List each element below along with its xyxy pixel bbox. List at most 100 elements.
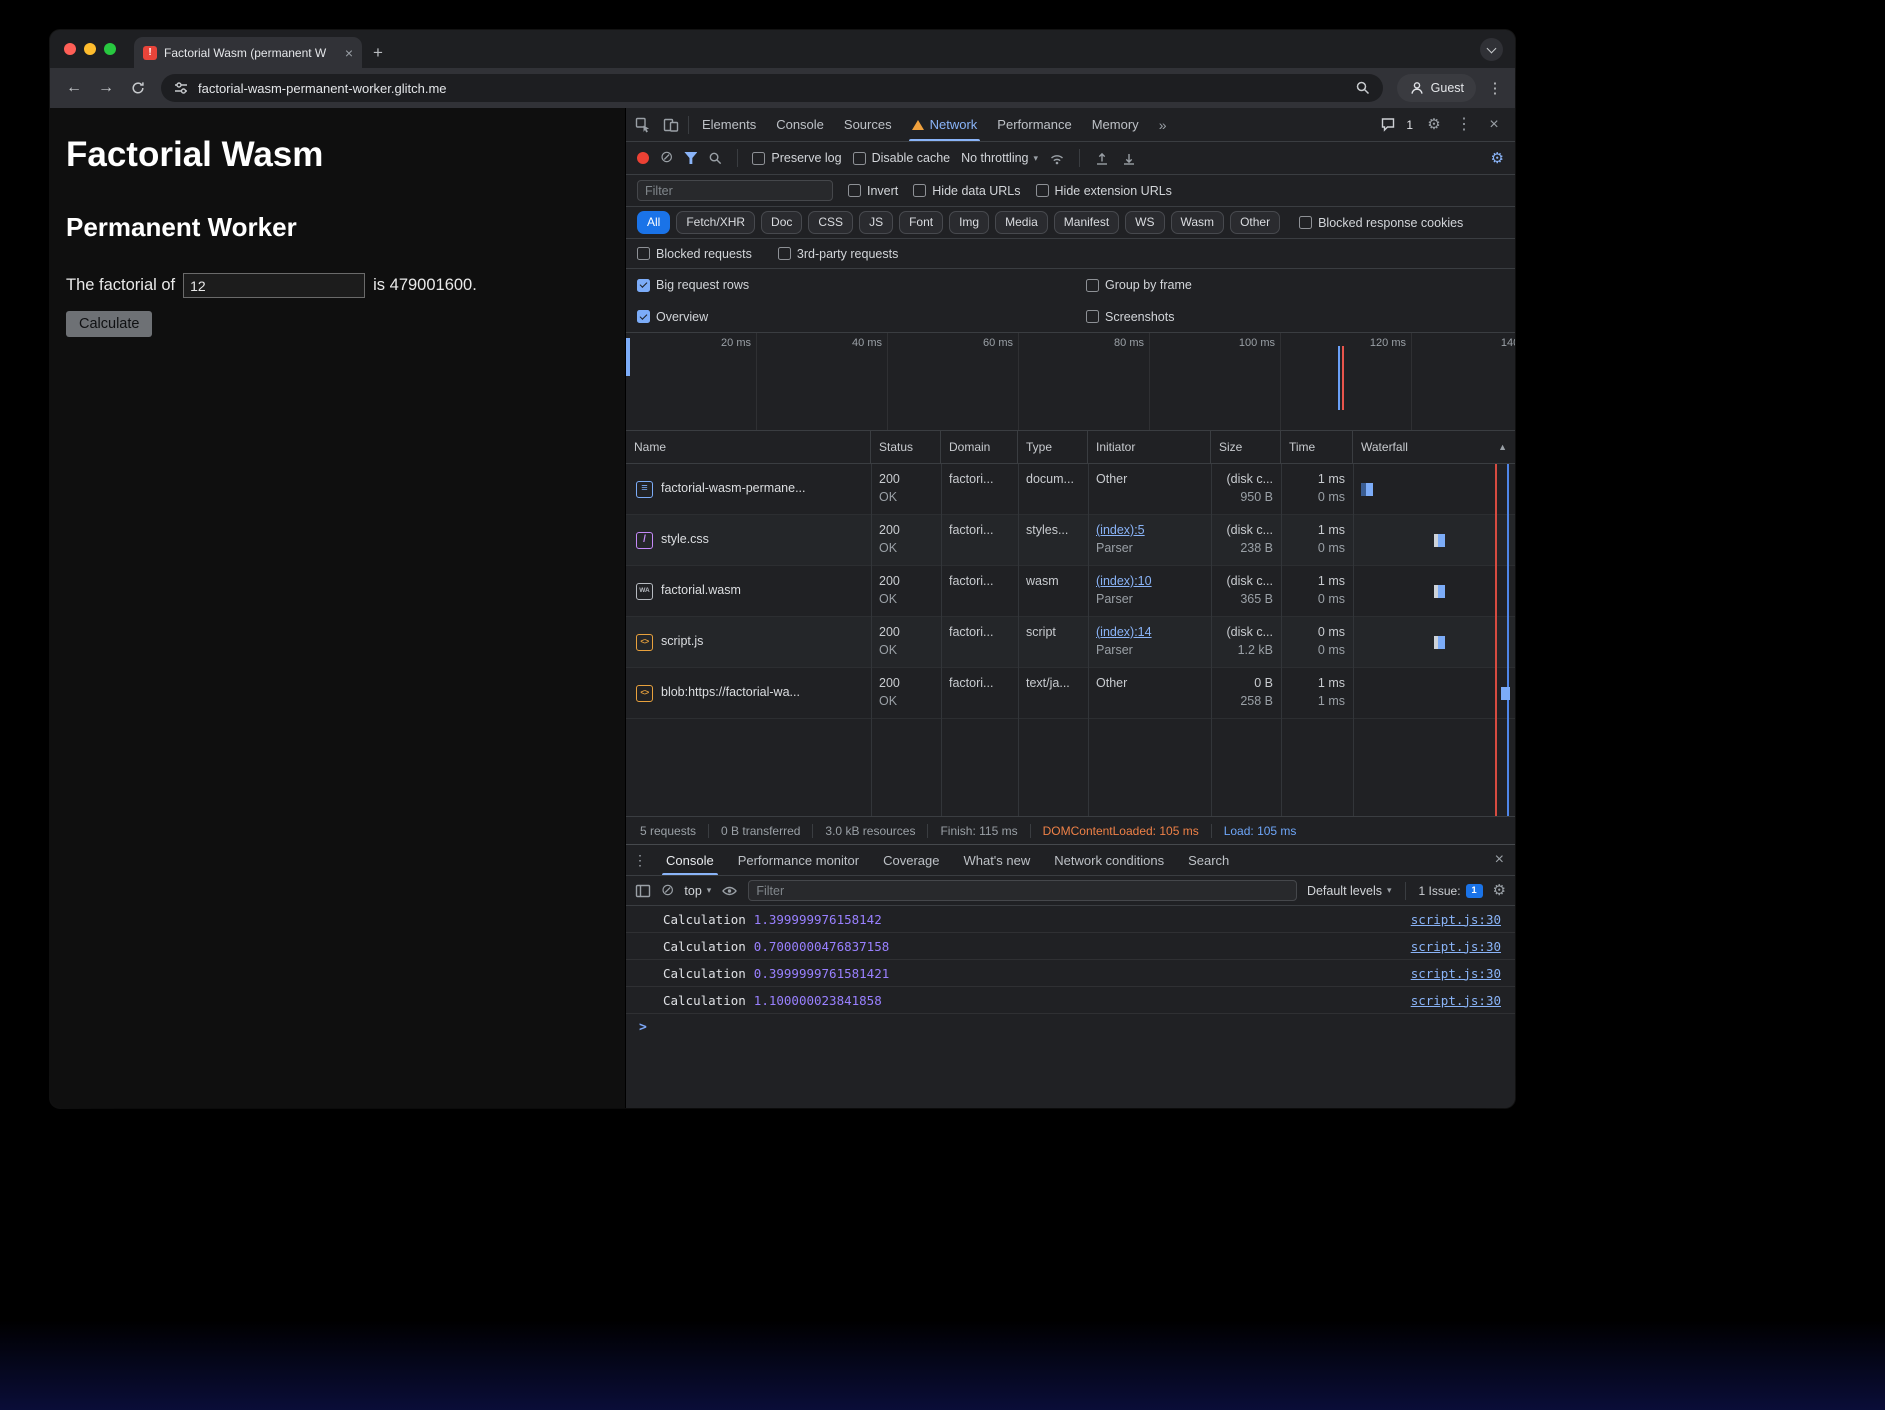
source-link[interactable]: script.js:30 bbox=[1411, 912, 1501, 927]
chip-img[interactable]: Img bbox=[949, 211, 989, 233]
preserve-log-checkbox[interactable]: Preserve log bbox=[752, 151, 841, 165]
chip-wasm[interactable]: Wasm bbox=[1171, 211, 1225, 233]
drawer-tab-performance-monitor[interactable]: Performance monitor bbox=[726, 845, 871, 875]
issues-button[interactable] bbox=[1374, 111, 1402, 138]
invert-checkbox[interactable]: Invert bbox=[848, 184, 898, 198]
tab-memory[interactable]: Memory bbox=[1082, 108, 1149, 141]
initiator-link[interactable]: (index):14 bbox=[1096, 624, 1203, 642]
site-settings-icon[interactable] bbox=[173, 80, 189, 96]
more-tabs-button[interactable]: » bbox=[1149, 111, 1177, 138]
column-header-time[interactable]: Time bbox=[1281, 431, 1353, 463]
console-sidebar-toggle-icon[interactable] bbox=[635, 883, 651, 899]
clear-button[interactable]: ⊘ bbox=[660, 150, 673, 166]
factorial-input[interactable] bbox=[183, 273, 365, 298]
disable-cache-checkbox[interactable]: Disable cache bbox=[853, 151, 951, 165]
log-levels-select[interactable]: Default levels ▾ bbox=[1307, 884, 1392, 898]
column-header-type[interactable]: Type bbox=[1018, 431, 1088, 463]
browser-tab[interactable]: ! Factorial Wasm (permanent W × bbox=[134, 37, 362, 68]
drawer-tab-network-conditions[interactable]: Network conditions bbox=[1042, 845, 1176, 875]
big-request-rows-checkbox[interactable]: Big request rows bbox=[637, 278, 1086, 292]
drawer-menu-button[interactable]: ⋮ bbox=[626, 852, 654, 869]
reload-button[interactable] bbox=[123, 73, 153, 103]
profile-button[interactable]: Guest bbox=[1397, 74, 1476, 102]
chip-font[interactable]: Font bbox=[899, 211, 943, 233]
drawer-tab-whats-new[interactable]: What's new bbox=[951, 845, 1042, 875]
settings-gear-icon[interactable]: ⚙ bbox=[1420, 111, 1448, 138]
close-window-button[interactable] bbox=[64, 43, 76, 55]
chip-js[interactable]: JS bbox=[859, 211, 893, 233]
tab-close-icon[interactable]: × bbox=[345, 46, 353, 60]
network-filter-input[interactable] bbox=[637, 180, 833, 201]
column-header-waterfall[interactable]: Waterfall ▲ bbox=[1353, 431, 1515, 463]
calculate-button[interactable]: Calculate bbox=[66, 311, 152, 337]
network-overview-timeline[interactable]: 20 ms 40 ms 60 ms 80 ms 100 ms 120 ms 14… bbox=[626, 333, 1515, 431]
column-header-status[interactable]: Status bbox=[871, 431, 941, 463]
live-expression-eye-icon[interactable] bbox=[721, 883, 738, 899]
table-row-stylesheet[interactable]: / style.css 200OK factori... styles... (… bbox=[626, 515, 1515, 566]
hide-data-urls-checkbox[interactable]: Hide data URLs bbox=[913, 184, 1020, 198]
address-bar[interactable]: factorial-wasm-perman­ent-worker.glitch.… bbox=[161, 74, 1383, 102]
close-drawer-button[interactable]: × bbox=[1495, 852, 1515, 868]
record-button[interactable] bbox=[637, 152, 649, 164]
chip-all[interactable]: All bbox=[637, 211, 670, 233]
drawer-tab-coverage[interactable]: Coverage bbox=[871, 845, 951, 875]
chip-doc[interactable]: Doc bbox=[761, 211, 802, 233]
column-header-initiator[interactable]: Initiator bbox=[1088, 431, 1211, 463]
tab-performance[interactable]: Performance bbox=[987, 108, 1081, 141]
tab-sources[interactable]: Sources bbox=[834, 108, 902, 141]
screenshots-checkbox[interactable]: Screenshots bbox=[1086, 310, 1174, 324]
drawer-tab-search[interactable]: Search bbox=[1176, 845, 1241, 875]
hide-extension-urls-checkbox[interactable]: Hide extension URLs bbox=[1036, 184, 1172, 198]
console-filter-input[interactable] bbox=[748, 880, 1297, 901]
close-devtools-button[interactable]: × bbox=[1480, 111, 1508, 138]
third-party-requests-checkbox[interactable]: 3rd-party requests bbox=[778, 247, 898, 261]
chip-other[interactable]: Other bbox=[1230, 211, 1280, 233]
chip-manifest[interactable]: Manifest bbox=[1054, 211, 1119, 233]
source-link[interactable]: script.js:30 bbox=[1411, 939, 1501, 954]
blocked-response-cookies-checkbox[interactable]: Blocked response cookies bbox=[1299, 216, 1463, 230]
network-settings-gear-icon[interactable]: ⚙ bbox=[1491, 151, 1504, 166]
table-row-document[interactable]: ≡ factorial-wasm-permane... 200OK factor… bbox=[626, 464, 1515, 515]
back-button[interactable]: ← bbox=[59, 73, 89, 103]
initiator-link[interactable]: (index):5 bbox=[1096, 522, 1203, 540]
source-link[interactable]: script.js:30 bbox=[1411, 993, 1501, 1008]
waterfall-bar[interactable] bbox=[1501, 687, 1510, 700]
console-settings-gear-icon[interactable]: ⚙ bbox=[1493, 883, 1506, 898]
forward-button[interactable]: → bbox=[91, 73, 121, 103]
group-by-frame-checkbox[interactable]: Group by frame bbox=[1086, 278, 1192, 292]
device-toolbar-button[interactable] bbox=[657, 111, 685, 138]
overview-checkbox[interactable]: Overview bbox=[637, 310, 1086, 324]
initiator-link[interactable]: (index):10 bbox=[1096, 573, 1203, 591]
table-row-script[interactable]: <> script.js 200OK factori... script (in… bbox=[626, 617, 1515, 668]
issues-counter[interactable]: 1 Issue: 1 bbox=[1419, 884, 1483, 898]
minimize-window-button[interactable] bbox=[84, 43, 96, 55]
filter-toggle-icon[interactable] bbox=[684, 152, 697, 164]
devtools-menu-button[interactable]: ⋮ bbox=[1450, 111, 1478, 138]
network-conditions-icon[interactable] bbox=[1049, 151, 1065, 166]
tab-elements[interactable]: Elements bbox=[692, 108, 766, 141]
chip-ws[interactable]: WS bbox=[1125, 211, 1164, 233]
execution-context-select[interactable]: top ▾ bbox=[684, 884, 711, 898]
browser-menu-button[interactable]: ⋮ bbox=[1484, 79, 1506, 97]
column-header-domain[interactable]: Domain bbox=[941, 431, 1018, 463]
console-prompt[interactable]: > bbox=[626, 1014, 1515, 1041]
tab-console[interactable]: Console bbox=[766, 108, 834, 141]
chip-media[interactable]: Media bbox=[995, 211, 1048, 233]
waterfall-bar[interactable] bbox=[1434, 636, 1445, 649]
waterfall-bar[interactable] bbox=[1361, 483, 1373, 496]
clear-console-button[interactable]: ⊘ bbox=[661, 883, 674, 899]
waterfall-bar[interactable] bbox=[1434, 534, 1445, 547]
blocked-requests-checkbox[interactable]: Blocked requests bbox=[637, 247, 752, 261]
zoom-icon[interactable] bbox=[1355, 80, 1371, 96]
tab-search-button[interactable] bbox=[1480, 38, 1503, 61]
import-har-icon[interactable] bbox=[1094, 151, 1110, 166]
column-header-size[interactable]: Size bbox=[1211, 431, 1281, 463]
export-har-icon[interactable] bbox=[1121, 151, 1137, 166]
column-header-name[interactable]: Name bbox=[626, 431, 871, 463]
source-link[interactable]: script.js:30 bbox=[1411, 966, 1501, 981]
inspect-element-button[interactable] bbox=[629, 111, 657, 138]
waterfall-bar[interactable] bbox=[1434, 585, 1445, 598]
throttling-select[interactable]: No throttling ▾ bbox=[961, 151, 1038, 165]
table-row-blob[interactable]: <> blob:https://factorial-wa... 200OK fa… bbox=[626, 668, 1515, 719]
new-tab-button[interactable]: + bbox=[373, 44, 383, 61]
